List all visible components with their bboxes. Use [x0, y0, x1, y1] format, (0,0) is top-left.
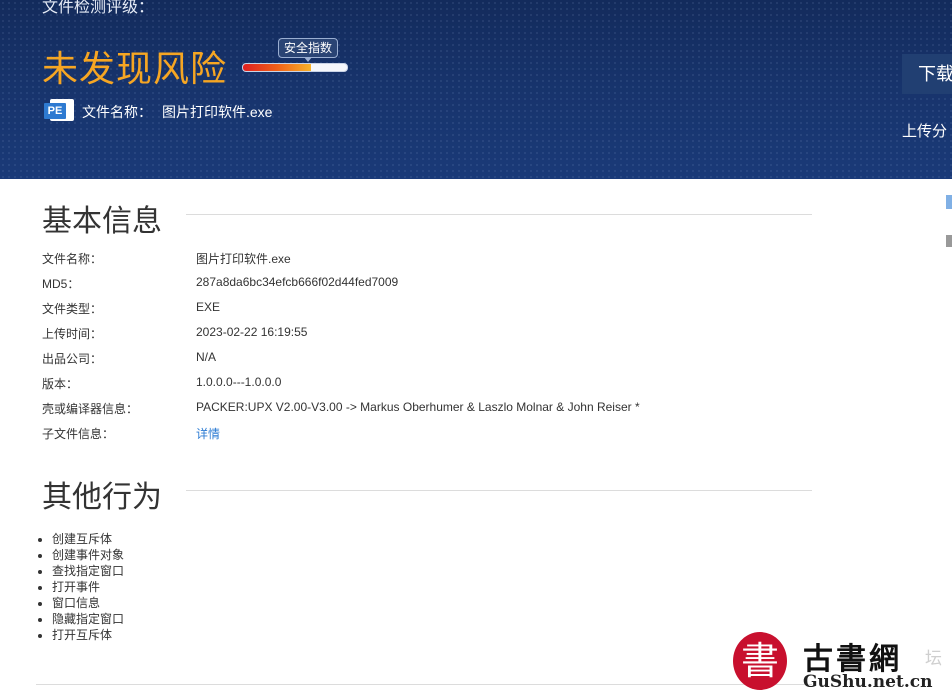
behavior-item: 创建事件对象	[52, 547, 124, 563]
subfile-details-link[interactable]: 详情	[196, 425, 220, 442]
security-index-fill	[243, 64, 311, 71]
info-label-file-name: 文件名称：	[42, 252, 103, 266]
other-behavior-title: 其他行为	[42, 480, 162, 515]
security-index-bar	[242, 63, 348, 72]
info-label-packer: 壳或编译器信息：	[42, 402, 139, 416]
banner-file-name-value: 图片打印软件.exe	[162, 104, 273, 120]
basic-info-title: 基本信息	[42, 204, 162, 239]
pe-file-icon: PE	[44, 99, 76, 121]
info-value-file-name: 图片打印软件.exe	[196, 252, 291, 266]
basic-info-divider	[186, 214, 812, 215]
info-label-subfiles: 子文件信息：	[42, 427, 115, 441]
info-value-company: N/A	[196, 350, 217, 364]
behavior-item: 窗口信息	[52, 595, 124, 611]
right-edge-link-fragment[interactable]	[946, 195, 952, 209]
download-button[interactable]: 下载	[902, 54, 952, 94]
behavior-item: 创建互斥体	[52, 531, 124, 547]
security-index-label: 安全指数	[278, 38, 339, 58]
site-watermark: 書 古書網 GuShu.net.cn 坛	[733, 632, 952, 697]
behavior-item: 查找指定窗口	[52, 563, 124, 579]
watermark-seal-logo: 書	[733, 632, 787, 690]
bottom-divider	[36, 684, 812, 685]
pe-file-badge: PE	[44, 103, 66, 119]
behavior-item: 打开事件	[52, 579, 124, 595]
banner-file-name: 文件名称： 图片打印软件.exe	[82, 102, 272, 122]
info-value-packer: PACKER:UPX V2.00-V3.00 -> Markus Oberhum…	[196, 400, 640, 414]
info-label-upload-time: 上传时间：	[42, 327, 103, 341]
info-value-upload-time: 2023-02-22 16:19:55	[196, 325, 308, 339]
result-banner: 文件检测评级： 未发现风险 安全指数 PE 文件名称： 图片打印软件.exe 下载…	[0, 0, 952, 179]
banner-file-name-label: 文件名称：	[82, 104, 152, 120]
right-edge-text-fragment	[946, 235, 952, 247]
info-value-file-type: EXE	[196, 300, 221, 314]
behavior-item: 打开互斥体	[52, 627, 124, 643]
info-label-version: 版本：	[42, 377, 79, 391]
info-value-md5: 287a8da6bc34efcb666f02d44fed7009	[196, 275, 399, 289]
info-value-version: 1.0.0.0---1.0.0.0	[196, 375, 282, 389]
verdict-text: 未发现风险	[42, 49, 228, 90]
watermark-domain: GuShu.net.cn	[803, 672, 933, 692]
rating-heading: 文件检测评级：	[42, 0, 155, 16]
score-pointer-icon	[304, 57, 312, 62]
behavior-list: 创建互斥体 创建事件对象 查找指定窗口 打开事件 窗口信息 隐藏指定窗口 打开互…	[36, 531, 124, 643]
info-label-company: 出品公司：	[42, 352, 103, 366]
upload-share-link[interactable]: 上传分	[902, 120, 947, 141]
info-label-md5: MD5：	[42, 277, 80, 291]
info-label-file-type: 文件类型：	[42, 302, 103, 316]
behavior-item: 隐藏指定窗口	[52, 611, 124, 627]
other-behavior-divider	[186, 490, 812, 491]
watermark-tail: 坛	[925, 649, 942, 668]
